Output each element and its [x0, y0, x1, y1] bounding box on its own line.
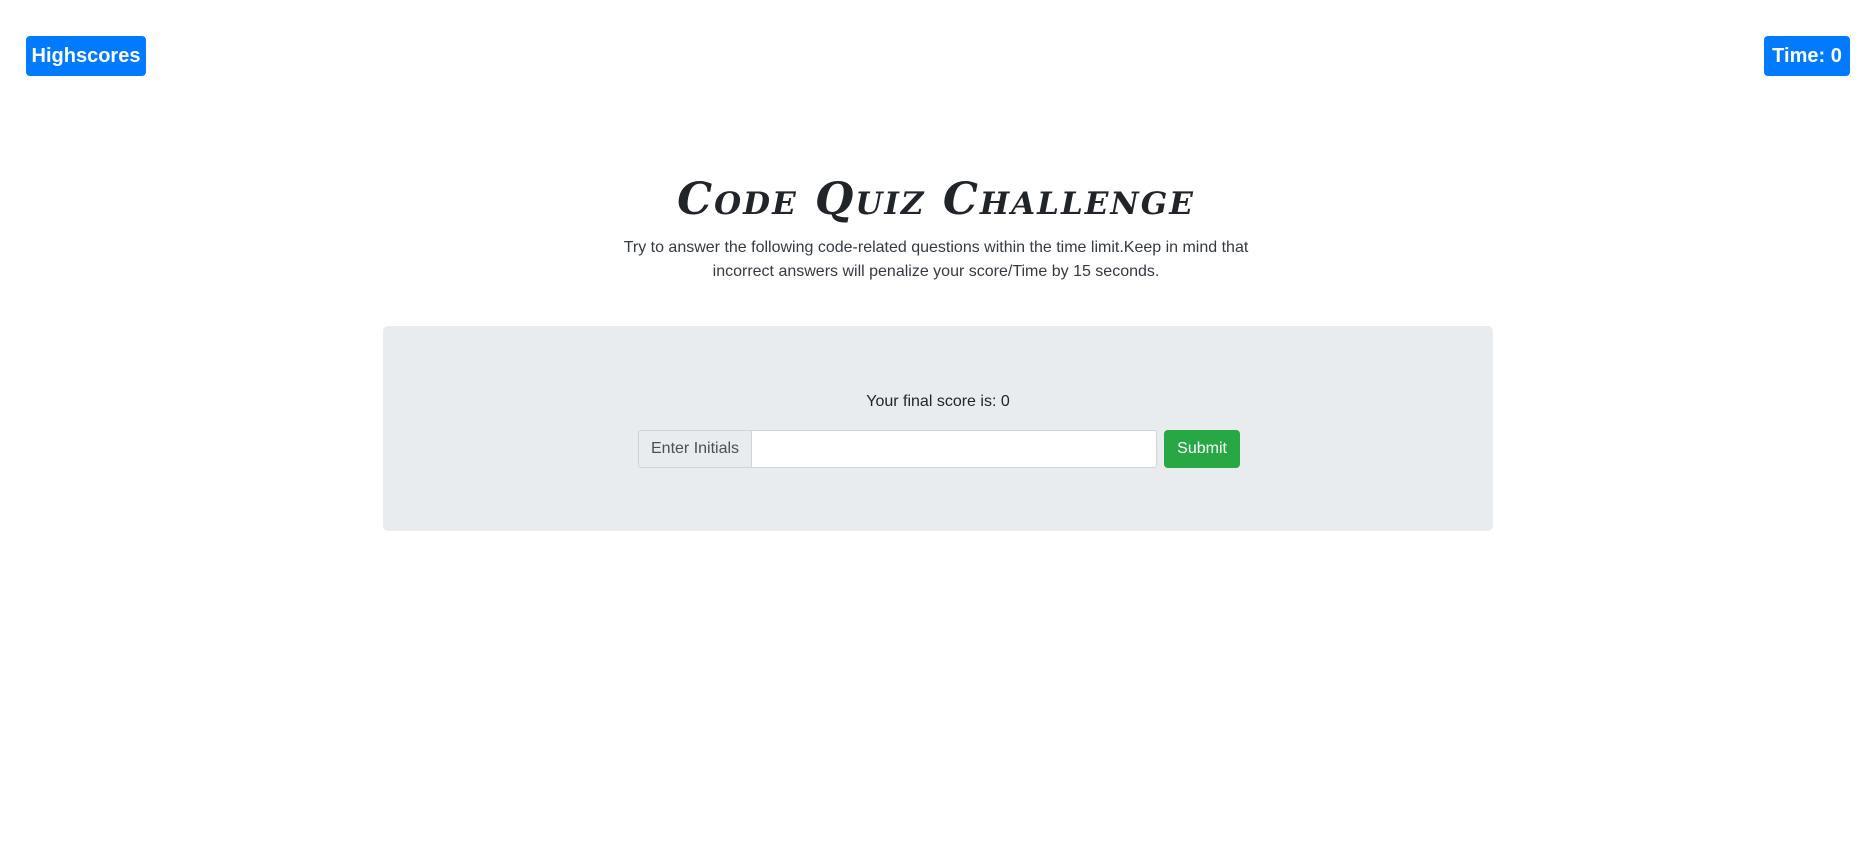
initials-input[interactable]: [751, 430, 1158, 468]
top-bar: Highscores Time: 0: [0, 0, 1872, 110]
page-title: Code Quiz Challenge: [677, 174, 1195, 225]
initials-form: Enter Initials Submit: [638, 430, 1241, 468]
submit-button[interactable]: Submit: [1164, 430, 1241, 468]
hero-section: Code Quiz Challenge Try to answer the fo…: [0, 174, 1872, 284]
initials-label: Enter Initials: [638, 430, 752, 468]
final-score-text: Your final score is: 0: [866, 393, 1010, 410]
timer-badge: Time: 0: [1764, 36, 1850, 76]
final-score-card: Your final score is: 0 Enter Initials Su…: [383, 326, 1493, 531]
highscores-button[interactable]: Highscores: [26, 36, 146, 76]
page-subtitle: Try to answer the following code-related…: [623, 239, 1249, 280]
